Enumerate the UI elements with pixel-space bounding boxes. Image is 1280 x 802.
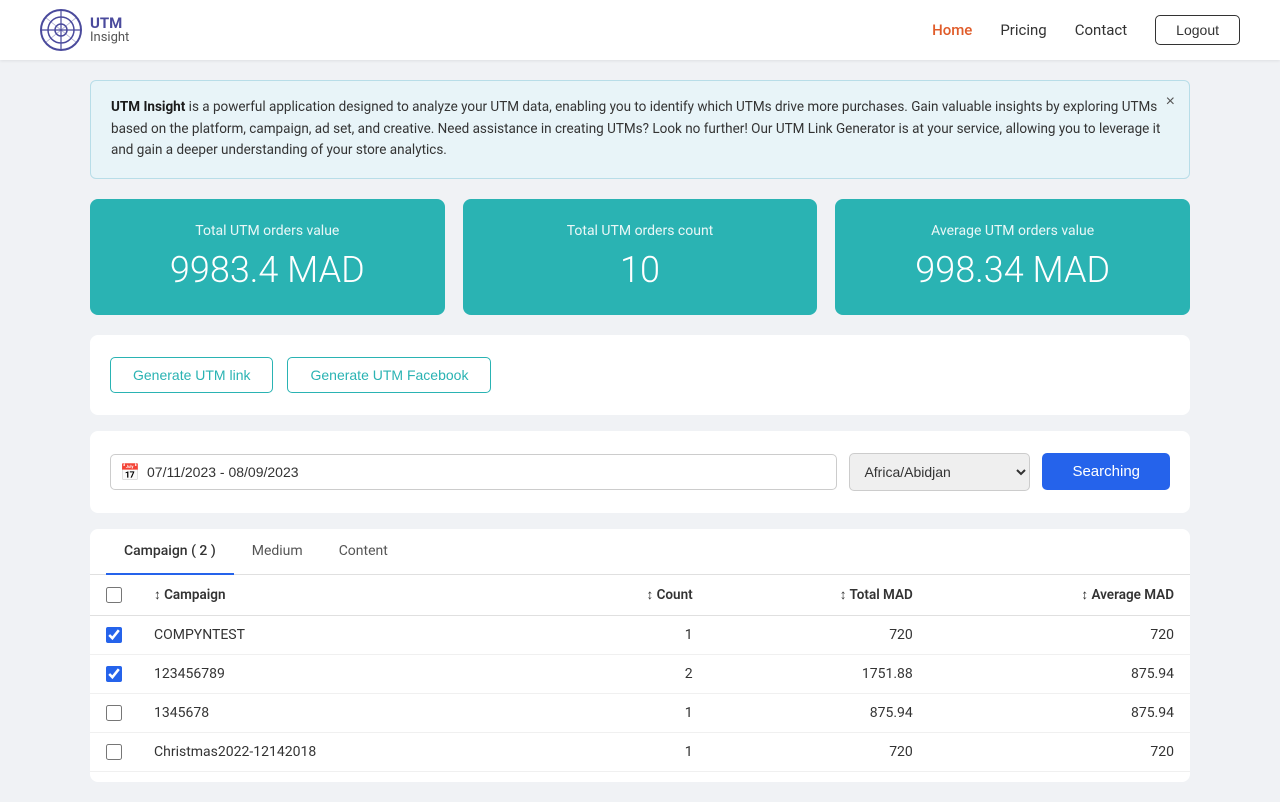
header-campaign-label: ↕ Campaign <box>154 587 225 603</box>
generate-utm-link-button[interactable]: Generate UTM link <box>110 357 273 393</box>
header-avg-mad-label: ↕ Average MAD <box>1081 587 1174 603</box>
header-campaign: ↕ Campaign <box>138 575 545 616</box>
row-avg-mad: 720 <box>929 732 1190 771</box>
row-avg-mad: 875.94 <box>929 654 1190 693</box>
brand-logo: UTM Insight <box>40 9 129 51</box>
row-avg-mad: 720 <box>929 615 1190 654</box>
stat-value-1: 10 <box>483 249 798 291</box>
table-row: 123456789 2 1751.88 875.94 <box>90 654 1190 693</box>
tab-medium[interactable]: Medium <box>234 529 321 575</box>
logout-button[interactable]: Logout <box>1155 15 1240 45</box>
row-checkbox[interactable] <box>106 744 122 760</box>
main-container: UTM Insight is a powerful application de… <box>70 60 1210 802</box>
utm-buttons-section: Generate UTM link Generate UTM Facebook <box>90 335 1190 415</box>
table-row: Christmas2022-12142018 1 720 720 <box>90 732 1190 771</box>
header-avg-mad: ↕ Average MAD <box>929 575 1190 616</box>
nav-contact[interactable]: Contact <box>1075 21 1127 39</box>
table-header-row: ↕ Campaign ↕ Count ↕ Total MAD ↕ Average… <box>90 575 1190 616</box>
row-total-mad: 720 <box>709 615 929 654</box>
row-count: 1 <box>545 615 709 654</box>
banner-brand-name: UTM Insight <box>111 99 185 115</box>
row-checkbox-cell <box>90 732 138 771</box>
search-section: 📅 Africa/Abidjan UTC America/New_York Eu… <box>90 431 1190 513</box>
row-checkbox[interactable] <box>106 705 122 721</box>
utm-logo-icon <box>40 9 82 51</box>
table-row: COMPYNTEST 1 720 720 <box>90 615 1190 654</box>
date-range-wrapper: 📅 <box>110 454 837 490</box>
row-checkbox-cell <box>90 615 138 654</box>
banner-close-button[interactable]: × <box>1166 93 1175 111</box>
row-campaign-name: COMPYNTEST <box>138 615 545 654</box>
banner-body-text: is a powerful application designed to an… <box>111 99 1160 158</box>
nav-home[interactable]: Home <box>932 21 972 39</box>
brand-name: UTM Insight <box>90 15 129 46</box>
header-count-label: ↕ Count <box>646 587 692 603</box>
row-total-mad: 875.94 <box>709 693 929 732</box>
row-count: 2 <box>545 654 709 693</box>
row-total-mad: 1751.88 <box>709 654 929 693</box>
campaign-table-body: COMPYNTEST 1 720 720 123456789 2 1751.88… <box>90 615 1190 771</box>
header-checkbox-col <box>90 575 138 616</box>
row-campaign-name: Christmas2022-12142018 <box>138 732 545 771</box>
header-total-mad-label: ↕ Total MAD <box>840 587 913 603</box>
navbar: UTM Insight Home Pricing Contact Logout <box>0 0 1280 60</box>
tabs-row: Campaign ( 2 ) Medium Content <box>90 529 1190 575</box>
row-total-mad: 720 <box>709 732 929 771</box>
date-range-input[interactable] <box>110 454 837 490</box>
nav-links: Home Pricing Contact Logout <box>932 15 1240 45</box>
row-checkbox-cell <box>90 654 138 693</box>
campaign-table: ↕ Campaign ↕ Count ↕ Total MAD ↕ Average… <box>90 575 1190 772</box>
table-row: 1345678 1 875.94 875.94 <box>90 693 1190 732</box>
row-count: 1 <box>545 693 709 732</box>
banner-text: UTM Insight is a powerful application de… <box>111 99 1160 158</box>
stat-label-2: Average UTM orders value <box>855 223 1170 239</box>
header-total-mad: ↕ Total MAD <box>709 575 929 616</box>
row-campaign-name: 123456789 <box>138 654 545 693</box>
row-checkbox[interactable] <box>106 666 122 682</box>
stat-card-1: Total UTM orders count 10 <box>463 199 818 315</box>
row-checkbox[interactable] <box>106 627 122 643</box>
tab-content[interactable]: Content <box>321 529 406 575</box>
stat-label-0: Total UTM orders value <box>110 223 425 239</box>
stat-label-1: Total UTM orders count <box>483 223 798 239</box>
header-count: ↕ Count <box>545 575 709 616</box>
stat-value-0: 9983.4 MAD <box>110 249 425 291</box>
info-banner: UTM Insight is a powerful application de… <box>90 80 1190 179</box>
calendar-icon: 📅 <box>120 462 140 481</box>
table-section: Campaign ( 2 ) Medium Content ↕ Campaign <box>90 529 1190 782</box>
nav-pricing[interactable]: Pricing <box>1000 21 1046 39</box>
search-button[interactable]: Searching <box>1042 453 1170 490</box>
row-campaign-name: 1345678 <box>138 693 545 732</box>
row-count: 1 <box>545 732 709 771</box>
brand-utm-text: UTM <box>90 15 129 32</box>
stat-value-2: 998.34 MAD <box>855 249 1170 291</box>
generate-utm-facebook-button[interactable]: Generate UTM Facebook <box>287 357 491 393</box>
brand-insight-text: Insight <box>90 31 129 45</box>
row-avg-mad: 875.94 <box>929 693 1190 732</box>
stat-card-2: Average UTM orders value 998.34 MAD <box>835 199 1190 315</box>
tab-campaign[interactable]: Campaign ( 2 ) <box>106 529 234 575</box>
select-all-checkbox[interactable] <box>106 587 122 603</box>
stat-card-0: Total UTM orders value 9983.4 MAD <box>90 199 445 315</box>
timezone-select[interactable]: Africa/Abidjan UTC America/New_York Euro… <box>849 453 1030 491</box>
stats-row: Total UTM orders value 9983.4 MAD Total … <box>90 199 1190 315</box>
row-checkbox-cell <box>90 693 138 732</box>
